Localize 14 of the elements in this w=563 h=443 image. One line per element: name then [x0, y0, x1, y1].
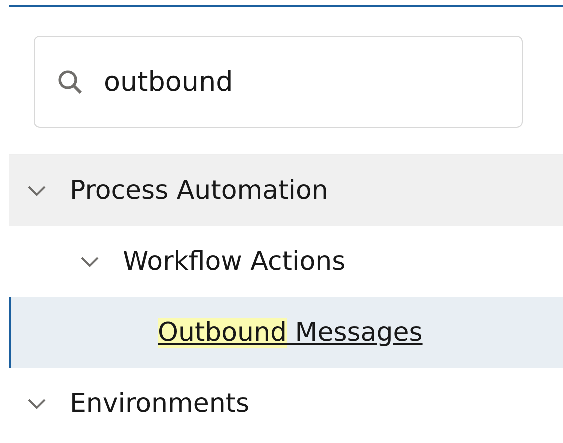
chevron-down-icon[interactable]	[80, 256, 100, 268]
search-field[interactable]: outbound	[34, 36, 523, 128]
search-icon	[57, 68, 84, 96]
tree-row[interactable]: Environments	[9, 368, 563, 439]
tree-row[interactable]: Process Automation	[9, 155, 563, 226]
search-input[interactable]: outbound	[104, 66, 522, 98]
tree-item-label[interactable]: Process Automation	[70, 176, 328, 206]
tree-item-label[interactable]: Environments	[70, 388, 250, 418]
tree-row[interactable]: Outbound Messages	[9, 297, 563, 368]
tree-link[interactable]: Outbound Messages	[158, 318, 423, 348]
chevron-down-icon[interactable]	[27, 398, 47, 410]
tree-row[interactable]: Workflow Actions	[9, 226, 563, 297]
tree-item-label[interactable]: Workflow Actions	[123, 246, 346, 276]
chevron-down-icon[interactable]	[27, 184, 47, 196]
